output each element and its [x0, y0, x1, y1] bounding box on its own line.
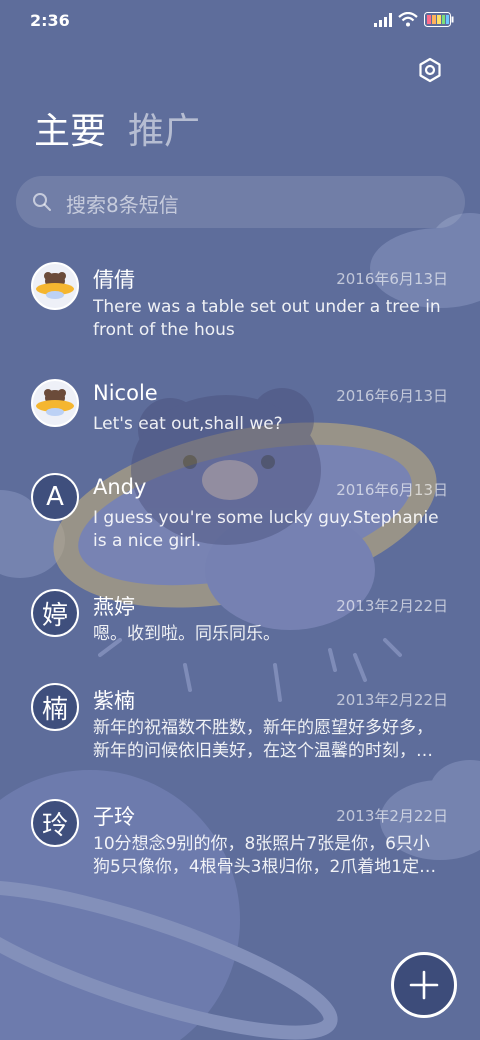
avatar [31, 379, 79, 427]
message-preview: 新年的祝福数不胜数，新年的愿望好多好多，新年的问候依旧美好，在这个温馨的时刻，… [93, 718, 433, 761]
status-time: 2:36 [30, 11, 70, 30]
contact-name: 子玲 [93, 805, 135, 829]
status-icons [374, 12, 454, 27]
ufo-bear-icon [36, 272, 74, 299]
message-preview: There was a table set out under a tree i… [93, 297, 441, 340]
wifi-icon [398, 12, 418, 27]
message-preview: 嗯。收到啦。同乐同乐。 [93, 624, 280, 644]
message-date: 2013年2月22日 [336, 807, 448, 825]
message-preview: 10分想念9别的你，8张照片7张是你，6只小狗5只像你，4根骨头3根归你，2爪着… [93, 834, 437, 877]
category-tabs: 主要 推广 [34, 108, 200, 156]
contact-name: Nicole [93, 381, 158, 405]
gear-icon [419, 57, 441, 83]
message-preview: I guess you're some lucky guy.Stephanie … [93, 508, 439, 551]
new-message-button[interactable] [391, 952, 457, 1018]
search-input[interactable]: 搜索8条短信 [16, 176, 465, 228]
tab-main[interactable]: 主要 [34, 108, 106, 156]
signal-icon [374, 12, 392, 27]
avatar: 玲 [31, 799, 79, 847]
avatar: A [31, 473, 79, 521]
contact-name: 燕婷 [93, 595, 135, 619]
search-placeholder: 搜索8条短信 [66, 193, 179, 217]
contact-name: 倩倩 [93, 268, 135, 292]
battery-icon [424, 12, 454, 27]
message-date: 2016年6月13日 [336, 270, 448, 288]
contact-name: 紫楠 [93, 689, 135, 713]
message-date: 2016年6月13日 [336, 481, 448, 499]
plus-icon [409, 970, 439, 1000]
tab-promotions[interactable]: 推广 [128, 108, 200, 156]
status-bar: 2:36 [0, 0, 480, 42]
message-date: 2013年2月22日 [336, 691, 448, 709]
contact-name: Andy [93, 475, 147, 499]
avatar [31, 262, 79, 310]
ufo-bear-icon [36, 389, 74, 416]
message-preview: Let's eat out,shall we? [93, 414, 283, 434]
message-date: 2013年2月22日 [336, 597, 448, 615]
avatar: 婷 [31, 589, 79, 637]
message-date: 2016年6月13日 [336, 387, 448, 405]
avatar: 楠 [31, 683, 79, 731]
settings-button[interactable] [414, 54, 446, 86]
search-icon [33, 193, 51, 211]
